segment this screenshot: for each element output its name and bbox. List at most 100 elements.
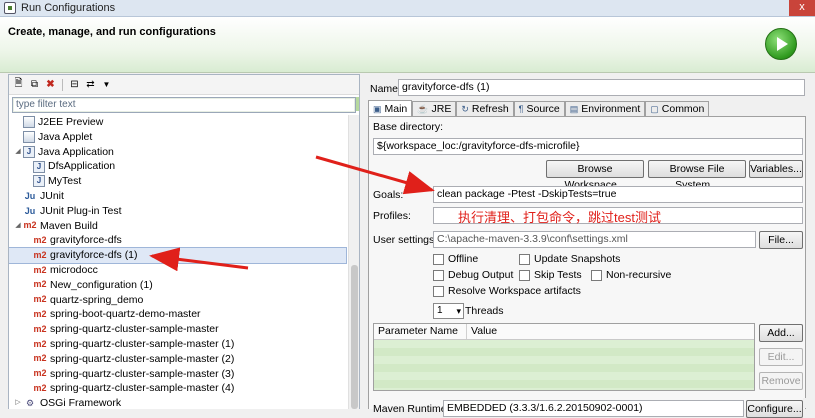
tree-item[interactable]: ▷ ⚙ OSGi Framework (9, 396, 346, 409)
maven-runtime-select[interactable]: EMBEDDED (3.3.3/1.6.2.20150902-0001) (443, 400, 744, 417)
collapse-icon[interactable]: ◢ (13, 145, 23, 160)
offline-checkbox-box[interactable] (433, 253, 444, 265)
update-snapshots-checkbox-box[interactable] (519, 253, 530, 265)
tree-item[interactable]: ◢ m2 Maven Build (9, 219, 346, 234)
user-settings-field[interactable]: C:\apache-maven-3.3.9\conf\settings.xml (433, 231, 756, 248)
tree-item[interactable]: m2 quartz-spring_demo (9, 293, 346, 308)
m2-icon: m2 (33, 294, 47, 305)
refresh-icon: ↻ (461, 104, 469, 114)
tree-item[interactable]: Ju JUnit (9, 189, 346, 204)
goals-field[interactable]: clean package -Ptest -DskipTests=true (433, 186, 803, 203)
tree-item[interactable]: ◢ J Java Application (9, 145, 346, 160)
tree-item[interactable]: m2 spring-quartz-cluster-sample-master (9, 322, 346, 337)
non-recursive-label: Non-recursive (606, 269, 672, 281)
variables-button[interactable]: Variables... (749, 160, 803, 178)
configure-button[interactable]: Configure... (746, 400, 803, 418)
new-config-icon[interactable]: 🗎 (12, 78, 25, 91)
tab-label: Environment (581, 103, 641, 115)
tree-item-label: New_configuration (1) (50, 278, 153, 291)
filter-icon[interactable]: ⇄ (84, 78, 97, 91)
j-icon: J (33, 175, 45, 188)
collapse-icon[interactable]: ◢ (13, 219, 23, 234)
tab-environment[interactable]: ▤ Environment (564, 101, 646, 116)
tree-scrollbar[interactable] (348, 115, 359, 409)
tree-item[interactable]: m2 gravityforce-dfs (1) (9, 247, 347, 264)
non-recursive-checkbox-box[interactable] (591, 269, 602, 281)
configuration-tree: J2EE Preview Java Applet ◢ J Java Applicatio… (9, 115, 347, 409)
parameter-name-column[interactable]: Parameter Name (374, 324, 467, 339)
goals-label: Goals: (373, 189, 404, 201)
skip-tests-checkbox[interactable]: Skip Tests (519, 269, 582, 281)
tree-item[interactable]: m2 spring-quartz-cluster-sample-master (1… (9, 337, 346, 352)
tree-item[interactable]: m2 microdocc (9, 263, 346, 278)
browse-file-system-button[interactable]: Browse File System... (648, 160, 746, 191)
editor-scrollbar[interactable] (803, 398, 815, 408)
debug-output-checkbox[interactable]: Debug Output (433, 269, 513, 281)
tab-label: Main (384, 103, 408, 115)
m2-icon: m2 (33, 323, 47, 334)
expand-icon[interactable]: ▷ (13, 396, 23, 409)
tree-item-label: microdocc (50, 263, 98, 276)
tree-item[interactable]: m2 spring-quartz-cluster-sample-master (4… (9, 381, 346, 396)
update-snapshots-checkbox[interactable]: Update Snapshots (519, 253, 620, 265)
delete-icon[interactable]: ✖ (44, 78, 57, 91)
tab-label: Source (526, 103, 560, 115)
view-menu-icon[interactable]: ▼ (100, 78, 113, 91)
tab-label: Refresh (471, 103, 509, 115)
add-button[interactable]: Add... (759, 324, 803, 342)
offline-checkbox[interactable]: Offline (433, 253, 478, 265)
m2-icon: m2 (33, 368, 47, 379)
m2-icon: m2 (33, 353, 47, 364)
tab-refresh[interactable]: ↻ Refresh (456, 101, 514, 116)
tree-item[interactable]: Ju JUnit Plug-in Test (9, 204, 346, 219)
tree-item-label: spring-quartz-cluster-sample-master (50, 323, 219, 336)
tab-common[interactable]: ▢ Common (645, 101, 710, 116)
tree-scrollbar-thumb[interactable] (351, 265, 358, 409)
osgi-icon: ⚙ (25, 398, 35, 409)
ju-icon: Ju (24, 205, 36, 216)
filter-input[interactable]: type filter text (12, 97, 356, 113)
resolve-workspace-label: Resolve Workspace artifacts (448, 285, 581, 297)
tab-source[interactable]: ¶ Source (513, 101, 565, 116)
resolve-workspace-checkbox[interactable]: Resolve Workspace artifacts (433, 285, 581, 297)
tab-main[interactable]: ▣ Main (368, 100, 413, 117)
tree-item[interactable]: J2EE Preview (9, 115, 346, 130)
tree-item[interactable]: m2 spring-boot-quartz-demo-master (9, 307, 346, 322)
tab-jre[interactable]: ☕ JRE (412, 101, 457, 116)
browse-workspace-button[interactable]: Browse Workspace... (546, 160, 644, 191)
name-field[interactable]: gravityforce-dfs (1) (398, 79, 805, 96)
parameters-table-body[interactable] (374, 340, 754, 390)
tree-item-label: Maven Build (40, 219, 98, 232)
duplicate-icon[interactable]: ⧉ (28, 78, 41, 91)
tree-item-label: spring-quartz-cluster-sample-master (1) (50, 337, 235, 350)
tree-item[interactable]: J DfsApplication (9, 159, 346, 174)
tree-item-label: gravityforce-dfs (50, 234, 122, 247)
close-button[interactable]: x (789, 0, 815, 16)
tree-item[interactable]: J MyTest (9, 174, 346, 189)
tree-item[interactable]: Java Applet (9, 130, 346, 145)
threads-select[interactable]: 1 (433, 303, 464, 319)
tree-item-label: Java Application (38, 145, 114, 158)
m2-icon: m2 (23, 220, 37, 231)
tree-item[interactable]: m2 spring-quartz-cluster-sample-master (2… (9, 352, 346, 367)
collapse-all-icon[interactable]: ⊟ (68, 78, 81, 91)
base-directory-field[interactable]: ${workspace_loc:/gravityforce-dfs-microf… (373, 138, 803, 155)
config-toolbar: 🗎 ⧉ ✖ ⊟ ⇄ ▼ (9, 75, 359, 95)
file-button[interactable]: File... (759, 231, 803, 249)
offline-label: Offline (448, 253, 479, 265)
tree-item-label: MyTest (48, 175, 82, 188)
parameters-table[interactable]: Parameter Name Value (373, 323, 755, 391)
run-configurations-icon (4, 2, 16, 14)
tree-item[interactable]: m2 spring-quartz-cluster-sample-master (3… (9, 367, 346, 382)
resolve-workspace-checkbox-box[interactable] (433, 285, 444, 297)
non-recursive-checkbox[interactable]: Non-recursive (591, 269, 671, 281)
tree-item-label: Java Applet (38, 130, 93, 143)
skip-tests-checkbox-box[interactable] (519, 269, 530, 281)
tree-item[interactable]: m2 New_configuration (1) (9, 278, 346, 293)
window-title: Run Configurations (21, 2, 116, 14)
tree-item[interactable]: m2 gravityforce-dfs (9, 233, 346, 248)
tree-item-label: gravityforce-dfs (1) (50, 249, 138, 262)
value-column[interactable]: Value (467, 324, 497, 339)
grid-icon (23, 116, 35, 129)
debug-output-checkbox-box[interactable] (433, 269, 444, 281)
